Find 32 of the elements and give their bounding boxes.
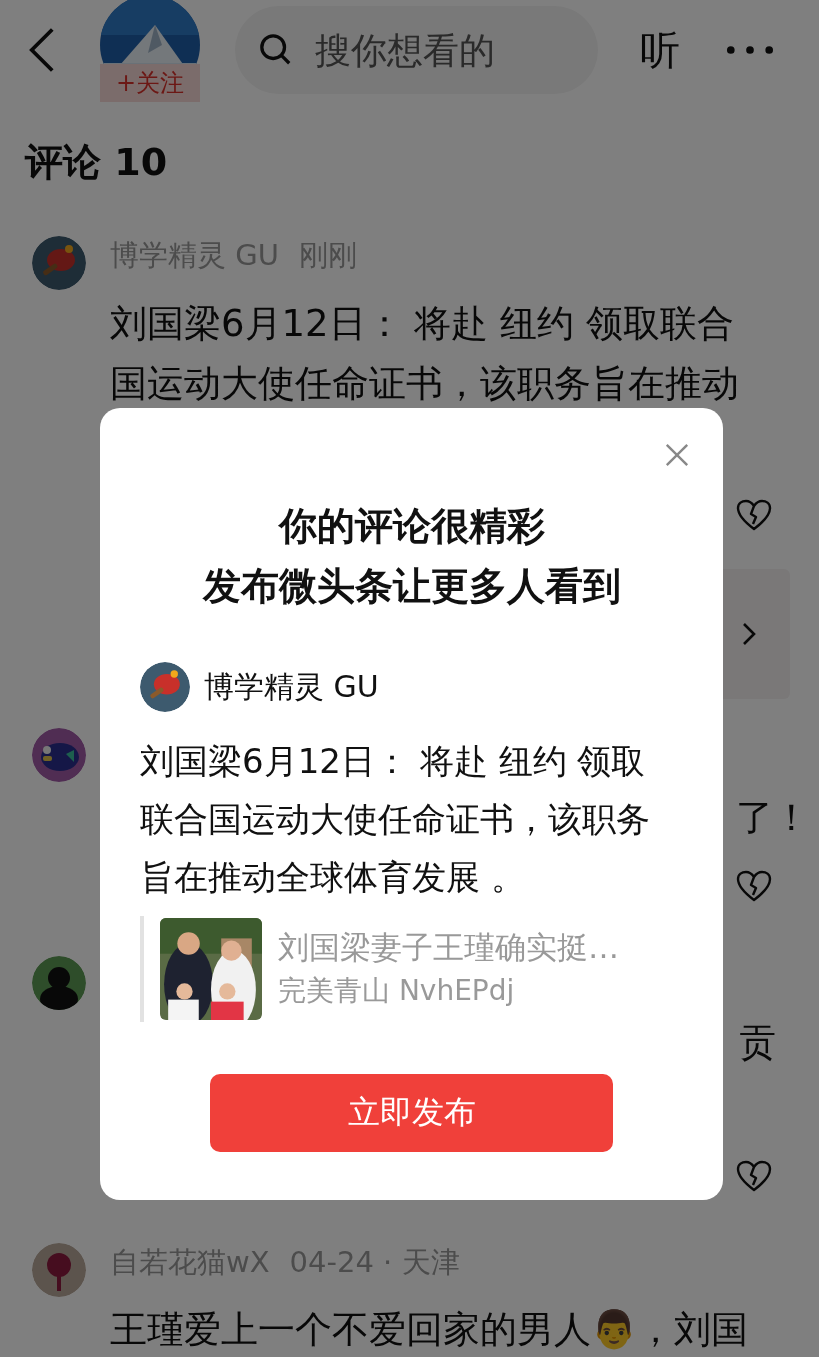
username: 博学精灵 GU — [204, 667, 379, 706]
broken-heart-icon[interactable] — [736, 870, 772, 902]
article-author: 完美青山 NvhEPdj — [278, 973, 516, 1009]
dialog-title: 你的评论很精彩 — [278, 503, 545, 550]
comment-text: 贡 — [739, 1020, 776, 1066]
listen-button[interactable]: 听 — [640, 22, 680, 78]
user-avatar[interactable] — [32, 236, 86, 290]
comment-text: 了！ — [736, 795, 810, 841]
user-avatar[interactable] — [32, 728, 86, 782]
user-avatar[interactable] — [32, 1243, 86, 1297]
comments-heading: 评论 10 — [23, 139, 169, 186]
chevron-icon — [742, 622, 756, 646]
more-icon[interactable] — [726, 45, 774, 55]
post-text: 刘国梁6月12日： 将赴 纽约 领取 — [140, 740, 647, 783]
quoted-article[interactable]: 刘国梁妻子王瑾确实挺… 完美青山 NvhEPdj — [140, 916, 683, 1022]
user-avatar[interactable] — [32, 956, 86, 1010]
broken-heart-icon[interactable] — [736, 1160, 772, 1192]
comment-text: 国运动大使任命证书，该职务旨在推动 — [110, 361, 739, 407]
post-text: 联合国运动大使任命证书，该职务 — [140, 798, 651, 841]
broken-heart-icon[interactable] — [736, 499, 772, 531]
comment-text: 刘国梁6月12日： 将赴 纽约 领取联合 — [110, 301, 734, 347]
close-icon[interactable] — [664, 442, 690, 468]
dialog-title: 发布微头条让更多人看到 — [202, 563, 621, 610]
back-icon[interactable] — [28, 26, 56, 74]
search-field[interactable]: 搜你想看的 — [235, 6, 598, 94]
post-text: 旨在推动全球体育发展 。 — [140, 856, 526, 899]
comment-text: 王瑾爱上一个不爱回家的男人👨，刘国 — [110, 1307, 748, 1353]
publish-button[interactable]: 立即发布 — [210, 1074, 613, 1152]
article-title: 刘国梁妻子王瑾确实挺… — [278, 928, 619, 967]
search-icon — [259, 33, 293, 67]
follow-button[interactable]: +关注 — [100, 64, 200, 102]
user-avatar — [140, 662, 190, 712]
